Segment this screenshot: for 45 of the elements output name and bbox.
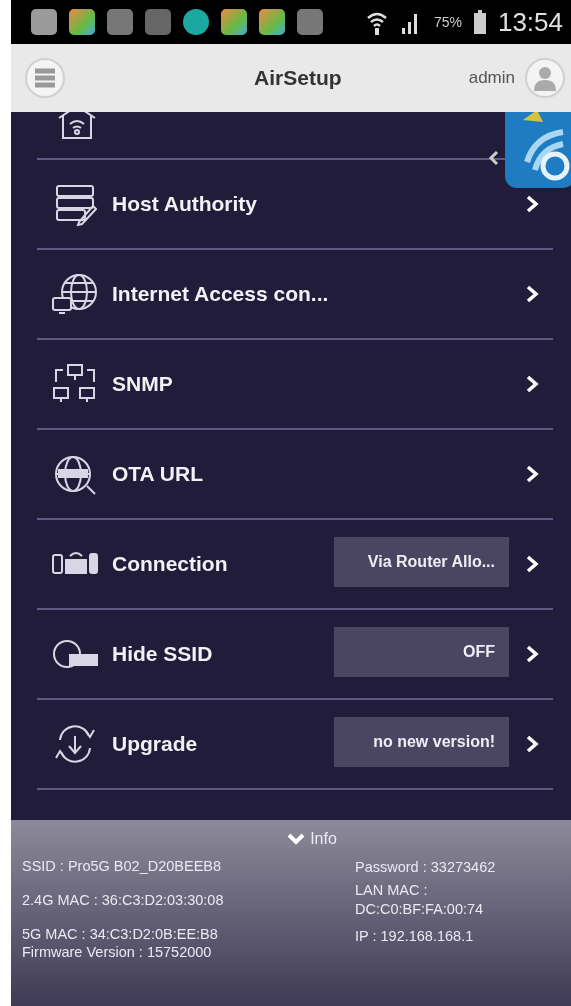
value-field[interactable]: OFF: [334, 627, 509, 677]
globe-monitor-icon: [51, 272, 99, 316]
sync-download-icon: [52, 722, 98, 766]
menu-row[interactable]: Connection Via Router Allo...: [37, 520, 553, 608]
chevron-right-icon: [525, 644, 539, 664]
menu-item-label: Hide SSID: [112, 642, 214, 666]
chevron-down-icon: [286, 832, 307, 846]
app-shortcut-icon[interactable]: [487, 112, 571, 190]
house-wifi-icon: [56, 112, 98, 140]
chevron-right-icon: [525, 464, 539, 484]
server-edit-icon: [53, 182, 97, 226]
menu-item-label: Connection: [112, 552, 229, 576]
value-field[interactable]: Via Router Allo...: [334, 537, 509, 587]
info-text: 5G MAC : 34:C3:D2:0B:EE:B8: [22, 926, 219, 942]
menu-item[interactable]: OTA URL: [37, 430, 553, 518]
clock: 13:54: [497, 6, 563, 38]
info-text: 2.4G MAC : 36:C3:D2:03:30:08: [22, 892, 225, 908]
info-text: Password : 33273462: [355, 858, 497, 877]
info-text: LAN MAC : DC:C0:BF:FA:00:74: [355, 880, 485, 919]
chevron-right-icon: [525, 374, 539, 394]
chevron-right-icon: [525, 284, 539, 304]
user-icon: [533, 65, 557, 91]
menu-row[interactable]: Upgrade no new version!: [37, 700, 553, 788]
menu-item[interactable]: Internet Access con...: [37, 250, 553, 338]
app-icon: [221, 9, 247, 35]
app-icon: [69, 9, 95, 35]
value-field[interactable]: no new version!: [334, 717, 509, 767]
menu-icon: [33, 67, 57, 89]
chevron-right-icon: [525, 554, 539, 574]
menu-button[interactable]: [25, 58, 65, 98]
battery-percent: 75%: [433, 14, 462, 30]
chevron-right-icon: [525, 194, 539, 214]
app-title: AirSetup: [253, 66, 343, 90]
info-text: Firmware Version : 15752000: [22, 944, 213, 960]
user-name: admin: [468, 68, 515, 88]
chevron-right-icon: [525, 734, 539, 754]
battery-icon: [473, 10, 486, 34]
app-icon: [259, 9, 285, 35]
info-text: SSID : Pro5G B02_D20BEEB8: [22, 858, 223, 874]
menu-item-label: Upgrade: [112, 732, 199, 756]
menu-item[interactable]: SNMP: [37, 340, 553, 428]
info-text: IP : 192.168.168.1: [355, 926, 475, 946]
profile-button[interactable]: [525, 58, 565, 98]
menu-row[interactable]: Hide SSID OFF: [37, 610, 553, 698]
menu-item[interactable]: Host Authority: [37, 160, 553, 248]
